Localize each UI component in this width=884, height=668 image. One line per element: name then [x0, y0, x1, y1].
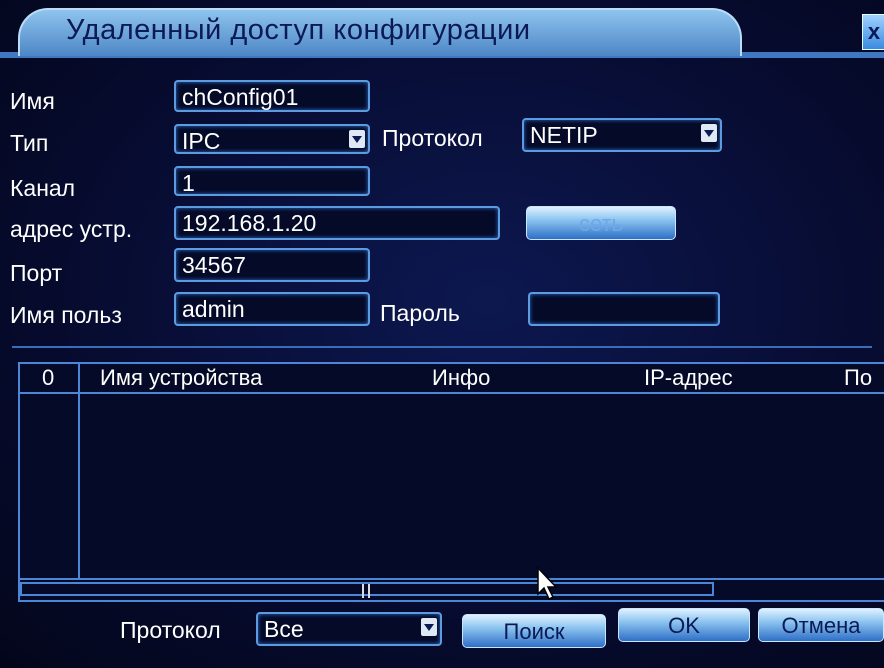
column-header-index[interactable]: 0 — [42, 364, 54, 392]
type-select[interactable]: IPC — [174, 124, 370, 154]
close-button[interactable]: x — [862, 14, 884, 50]
footer-protocol-label: Протокол — [120, 617, 221, 643]
port-label: Порт — [10, 260, 63, 286]
cancel-button[interactable]: Отмена — [758, 608, 884, 642]
column-header-ip-address[interactable]: IP-адрес — [644, 364, 733, 392]
password-field[interactable] — [528, 292, 720, 326]
protocol-select[interactable]: NETIP — [522, 118, 722, 152]
type-value: IPC — [182, 128, 221, 154]
name-value: chConfig01 — [182, 84, 299, 110]
chevron-down-icon[interactable] — [349, 130, 365, 148]
mouse-pointer-icon — [537, 566, 558, 601]
address-label: адрес устр. — [10, 216, 133, 242]
name-label: Имя — [10, 88, 55, 114]
chevron-down-icon[interactable] — [421, 618, 437, 636]
port-value: 34567 — [182, 252, 246, 278]
network-button[interactable]: сеть — [526, 206, 676, 240]
remote-config-dialog: Удаленный доступ конфигурации x Имя chCo… — [0, 0, 884, 668]
protocol-label: Протокол — [382, 125, 483, 151]
scrollbar-grip-icon[interactable] — [362, 584, 370, 598]
channel-field[interactable]: 1 — [174, 166, 370, 196]
address-value: 192.168.1.20 — [182, 210, 317, 236]
dialog-title: Удаленный доступ конфигурации — [66, 14, 531, 46]
protocol-value: NETIP — [530, 122, 598, 148]
column-header-device-name[interactable]: Имя устройства — [100, 364, 262, 392]
name-field[interactable]: chConfig01 — [174, 80, 370, 112]
address-field[interactable]: 192.168.1.20 — [174, 206, 500, 240]
type-label: Тип — [10, 130, 49, 156]
scrollbar-thumb[interactable] — [20, 582, 714, 598]
username-label: Имя польз — [10, 302, 122, 328]
search-button[interactable]: Поиск — [462, 614, 606, 648]
ok-button[interactable]: OK — [618, 608, 750, 642]
column-header-info[interactable]: Инфо — [432, 364, 490, 392]
column-divider — [78, 364, 80, 579]
footer-protocol-value: Все — [264, 616, 304, 642]
username-field[interactable]: admin — [174, 292, 370, 326]
footer-protocol-select[interactable]: Все — [256, 612, 442, 646]
channel-value: 1 — [182, 170, 195, 196]
password-label: Пароль — [380, 300, 460, 326]
section-divider — [12, 346, 872, 348]
username-value: admin — [182, 296, 245, 322]
device-table[interactable]: 0 Имя устройства Инфо IP-адрес По — [18, 362, 884, 602]
chevron-down-icon[interactable] — [701, 124, 717, 142]
port-field[interactable]: 34567 — [174, 248, 370, 282]
column-header-port[interactable]: По — [844, 364, 872, 392]
horizontal-scrollbar[interactable] — [20, 578, 884, 598]
channel-label: Канал — [10, 175, 76, 201]
table-header: 0 Имя устройства Инфо IP-адрес По — [20, 364, 884, 394]
